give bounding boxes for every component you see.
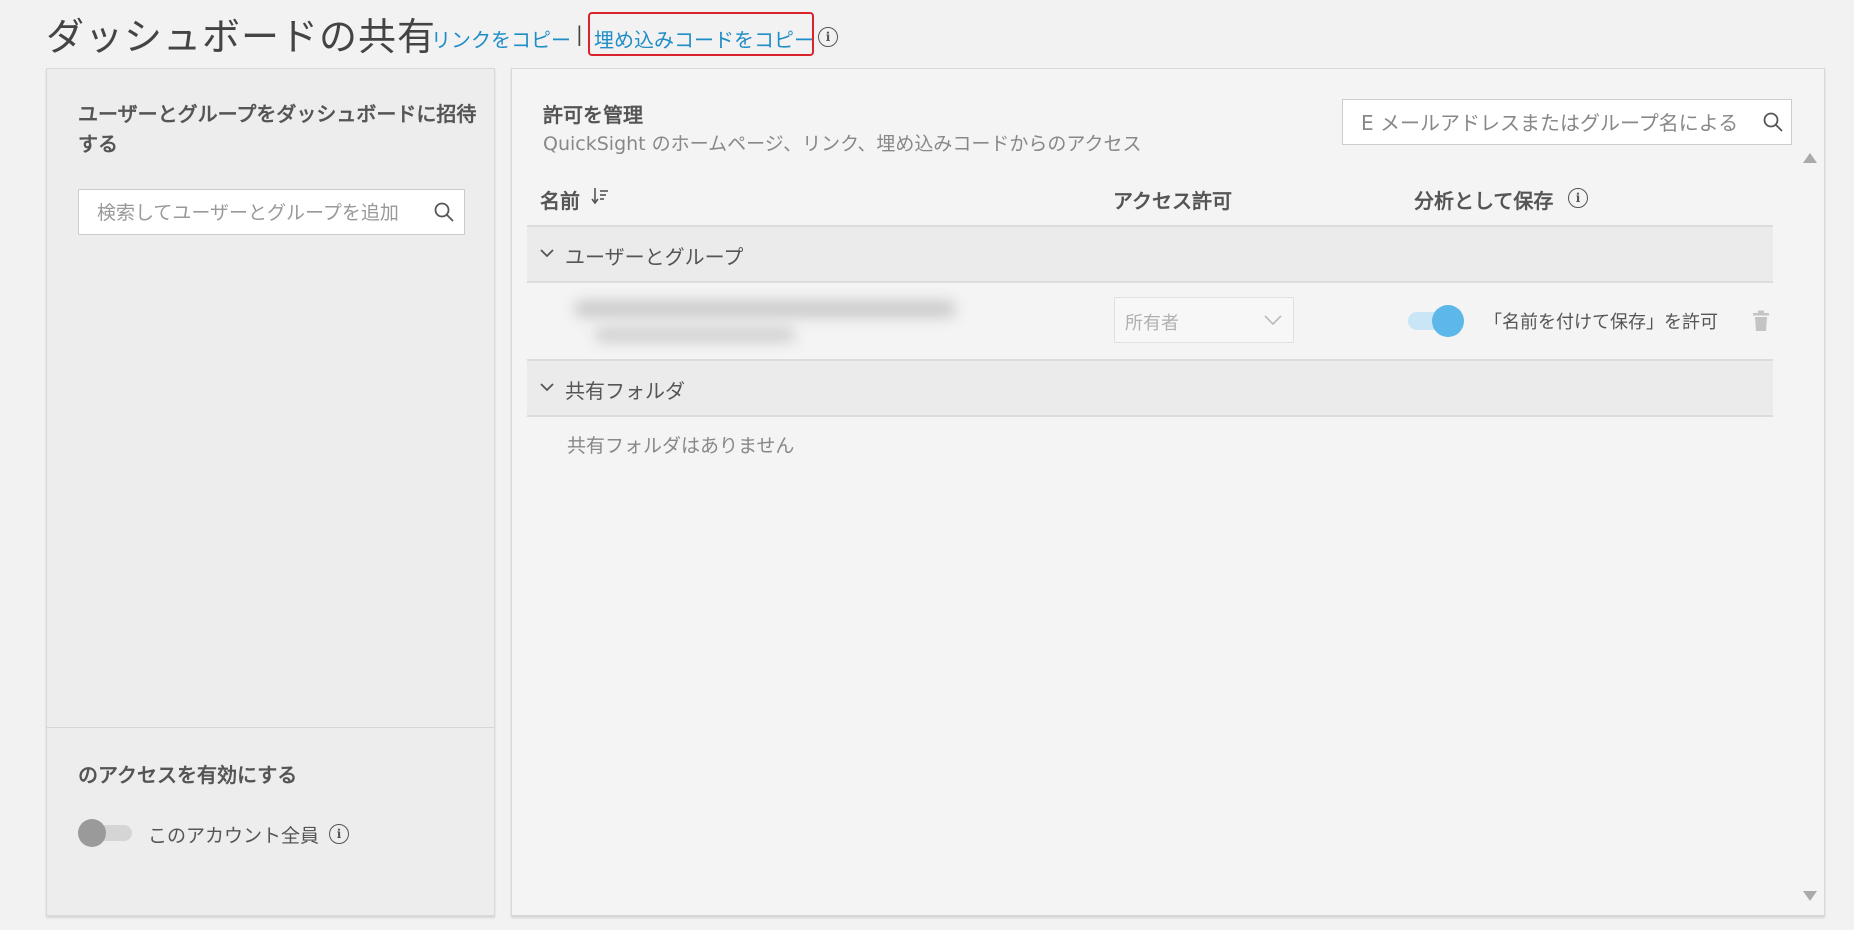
highlight-box [588, 12, 814, 56]
user-search-input[interactable] [79, 190, 419, 236]
access-title: のアクセスを有効にする [78, 763, 298, 787]
info-icon[interactable]: i [329, 824, 349, 844]
permissions-title: 許可を管理 [543, 103, 643, 127]
page-title: ダッシュボードの共有 [46, 15, 437, 59]
chevron-down-icon [540, 383, 554, 392]
everyone-label: このアカウント全員 [148, 825, 320, 847]
sort-icon[interactable] [590, 185, 610, 207]
save-as-toggle[interactable] [1408, 305, 1464, 337]
invite-panel: ユーザーとグループをダッシュボードに招待する のアクセスを有効にする このアカウ… [46, 68, 495, 916]
toggle-knob [1432, 305, 1464, 337]
group-label: 共有フォルダ [565, 379, 685, 403]
column-header-save-as: 分析として保存 [1414, 189, 1554, 213]
toggle-knob [78, 819, 106, 847]
permissions-subtitle: QuickSight のホームページ、リンク、埋め込みコードからのアクセス [543, 133, 1142, 155]
role-value: 所有者 [1125, 313, 1179, 334]
header-separator: | [576, 22, 583, 46]
copy-link-button[interactable]: リンクをコピー [431, 24, 571, 53]
divider [47, 727, 494, 728]
permissions-panel: 許可を管理 QuickSight のホームページ、リンク、埋め込みコードからのア… [511, 68, 1825, 916]
column-header-name[interactable]: 名前 [540, 185, 580, 214]
table-row: 所有者 「名前を付けて保存」を許可 [527, 283, 1773, 361]
save-as-label: 「名前を付けて保存」を許可 [1484, 312, 1718, 333]
chevron-down-icon [540, 249, 554, 258]
scroll-up-icon[interactable] [1802, 151, 1818, 165]
empty-folders-message: 共有フォルダはありません [567, 435, 795, 457]
everyone-toggle[interactable] [78, 819, 134, 847]
permission-search-input[interactable] [1343, 100, 1763, 146]
info-icon[interactable]: i [1568, 188, 1588, 208]
invite-title: ユーザーとグループをダッシュボードに招待する [78, 102, 477, 156]
group-label: ユーザーとグループ [565, 245, 744, 269]
info-icon[interactable]: i [818, 27, 838, 47]
group-row-shared-folders[interactable]: 共有フォルダ [527, 361, 1773, 417]
scroll-down-icon[interactable] [1802, 889, 1818, 903]
redacted-user-name [505, 273, 1025, 359]
column-header-access: アクセス許可 [1113, 189, 1232, 213]
trash-icon[interactable] [1752, 310, 1770, 332]
search-icon[interactable] [1763, 112, 1783, 132]
search-icon[interactable] [434, 202, 454, 222]
role-select[interactable]: 所有者 [1114, 297, 1294, 343]
user-search-field[interactable] [78, 189, 465, 236]
chevron-down-icon [1264, 315, 1282, 326]
permission-search-field[interactable] [1342, 99, 1792, 146]
